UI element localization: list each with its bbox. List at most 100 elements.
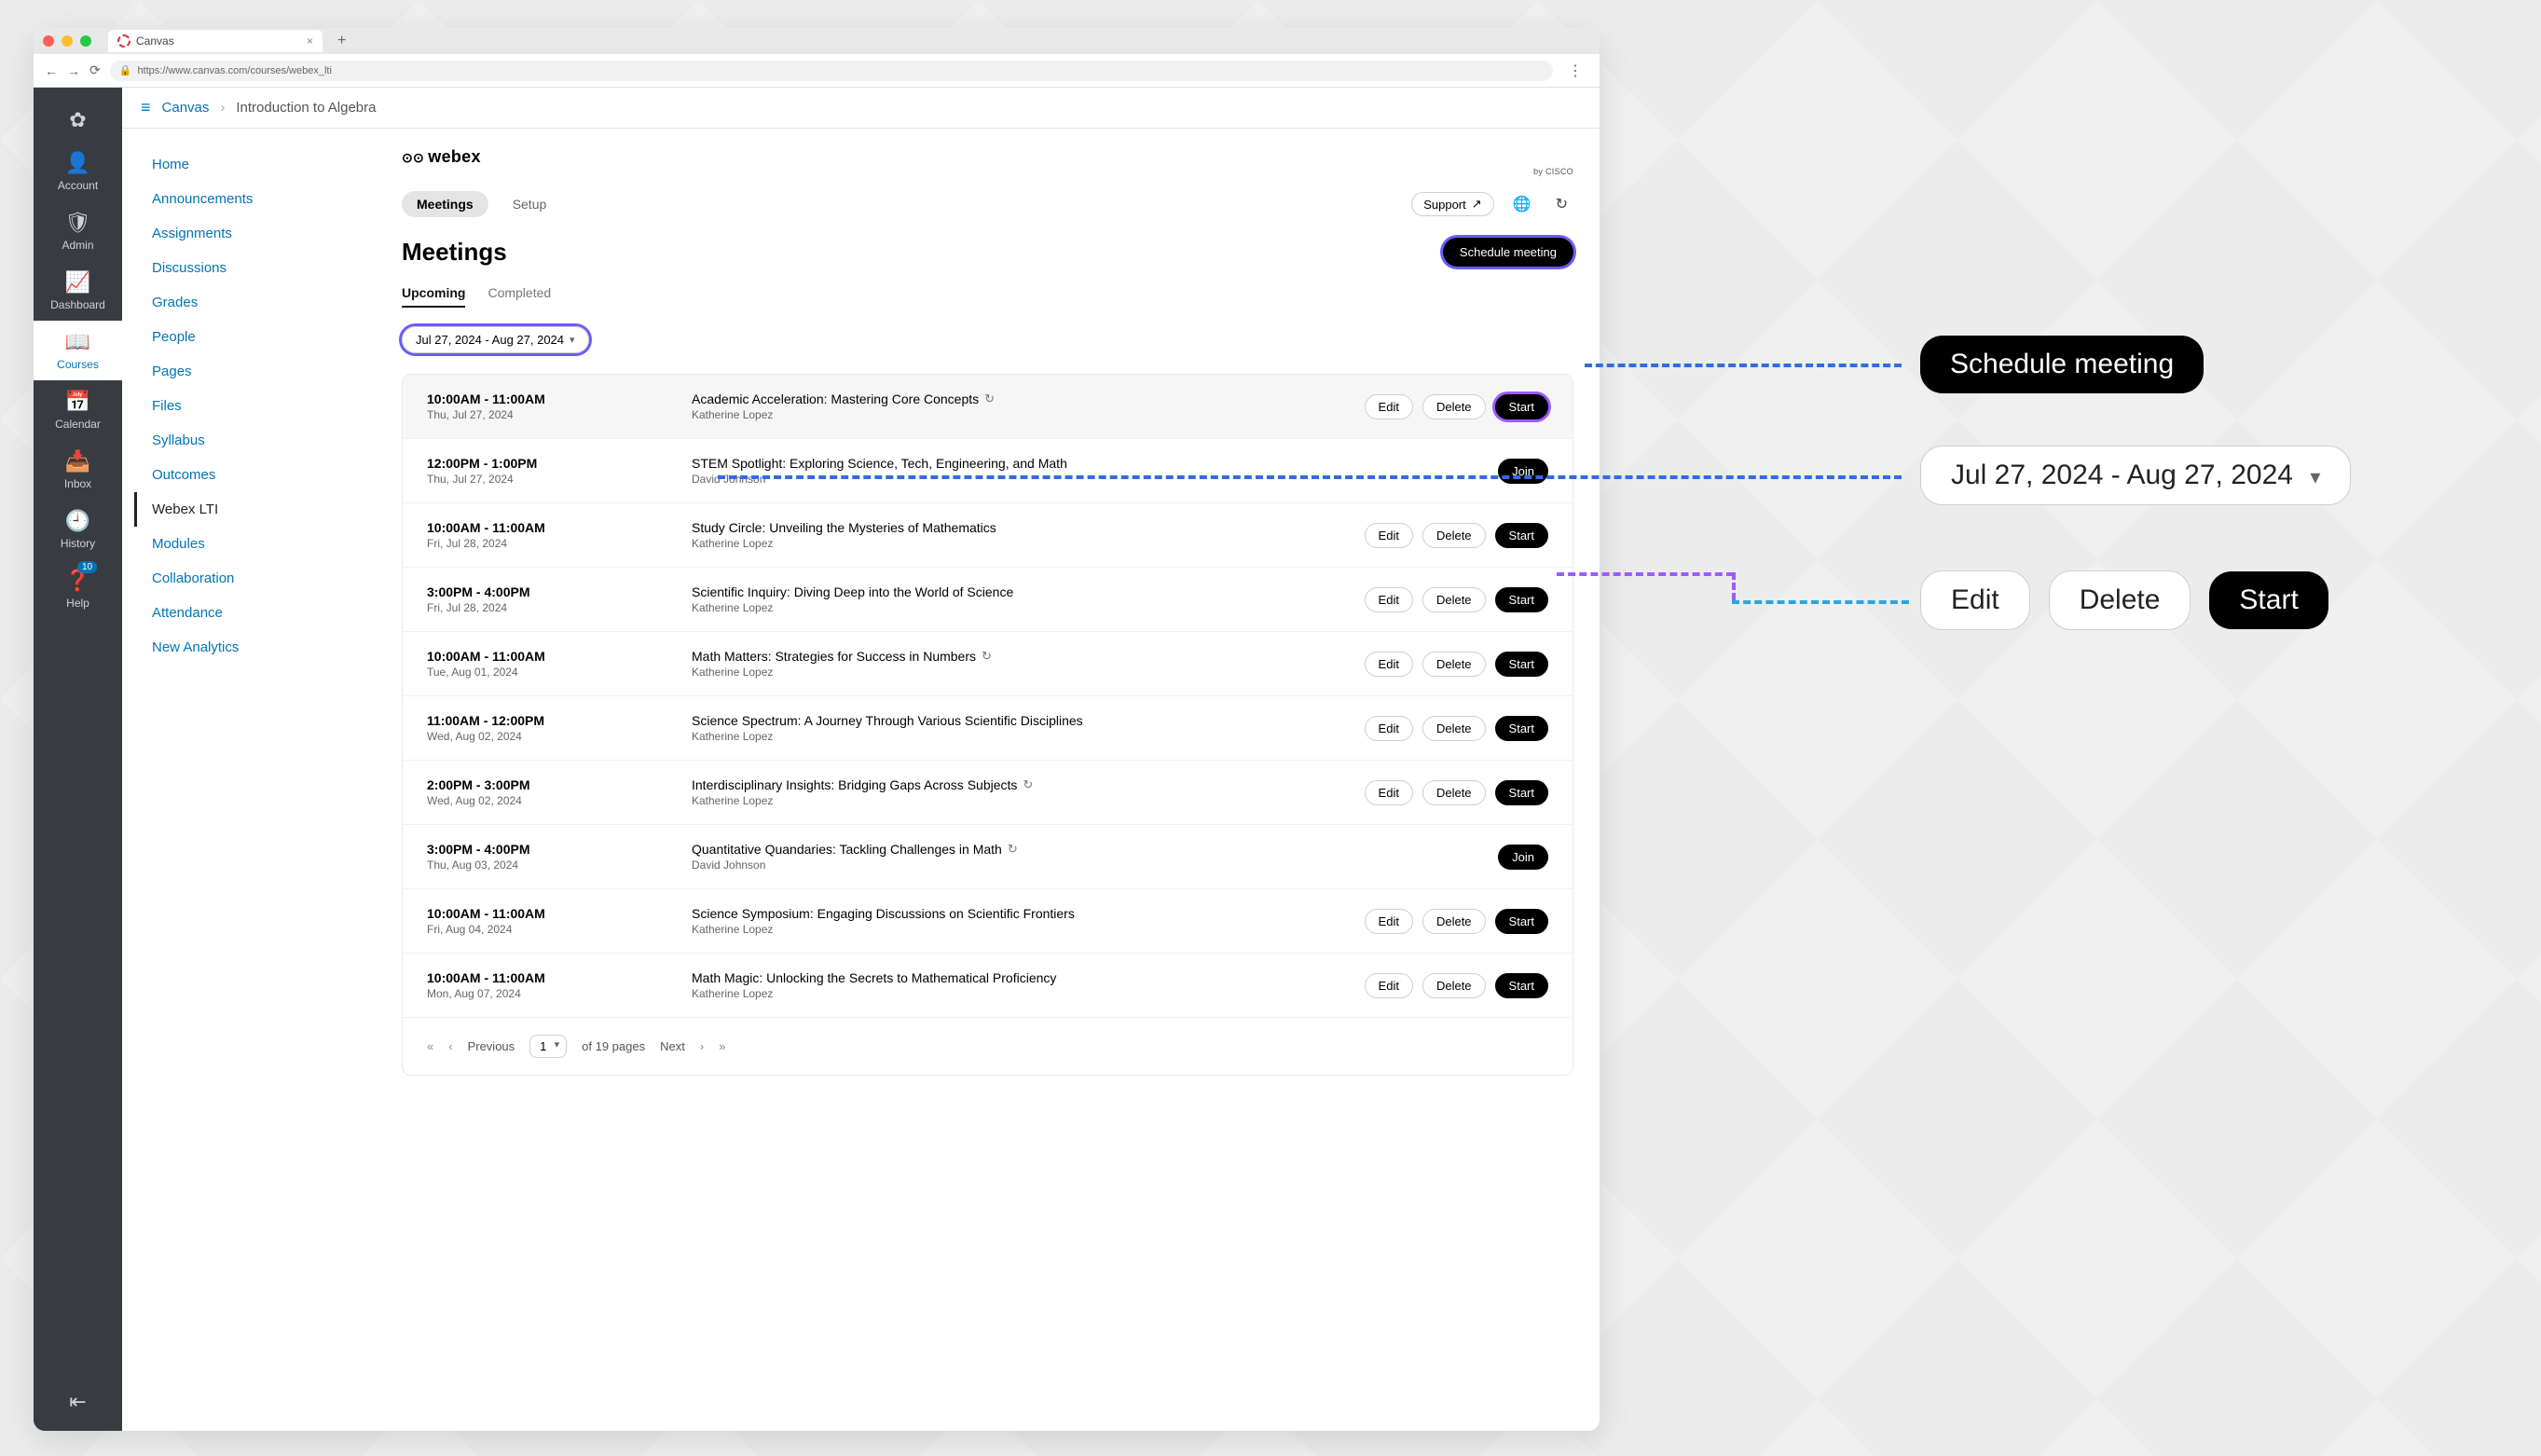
webex-panel: ⊙⊙ webex by CISCO Meetings Setup Support…: [402, 129, 1600, 1431]
rail-dashboard[interactable]: 📈 Dashboard: [34, 261, 122, 321]
rail-logo[interactable]: ✿: [34, 99, 122, 142]
close-tab-icon[interactable]: ×: [307, 34, 313, 48]
start-button[interactable]: Start: [1495, 652, 1548, 677]
rail-inbox[interactable]: 📥 Inbox: [34, 440, 122, 500]
coursenav-item[interactable]: Attendance: [144, 596, 379, 630]
coursenav-item[interactable]: Pages: [144, 354, 379, 389]
meeting-row: 10:00AM - 11:00AM Thu, Jul 27, 2024Acade…: [403, 375, 1573, 438]
edit-button[interactable]: Edit: [1365, 716, 1413, 741]
next-page-icon[interactable]: ›: [700, 1039, 704, 1053]
coursenav-item[interactable]: Files: [144, 389, 379, 423]
tab-setup[interactable]: Setup: [498, 191, 562, 217]
start-button[interactable]: Start: [1495, 909, 1548, 934]
schedule-meeting-button[interactable]: Schedule meeting: [1443, 238, 1573, 267]
browser-tab-canvas[interactable]: Canvas ×: [108, 30, 323, 52]
join-button[interactable]: Join: [1498, 459, 1548, 484]
coursenav-item[interactable]: Announcements: [144, 182, 379, 216]
coursenav-item[interactable]: Outcomes: [144, 458, 379, 492]
minimize-window-icon[interactable]: [62, 35, 73, 47]
collapse-rail-icon[interactable]: ⇤: [69, 1390, 86, 1414]
start-button[interactable]: Start: [1495, 716, 1548, 741]
start-button[interactable]: Start: [1495, 587, 1548, 612]
page-select[interactable]: 1: [529, 1035, 567, 1058]
start-button[interactable]: Start: [1495, 394, 1548, 419]
url-field[interactable]: 🔒 https://www.canvas.com/courses/webex_l…: [110, 61, 1553, 81]
page-title: Meetings: [402, 238, 507, 267]
delete-button[interactable]: Delete: [1422, 973, 1486, 998]
admin-icon: 🛡: [65, 211, 91, 235]
breadcrumb-root[interactable]: Canvas: [162, 100, 210, 116]
browser-more-icon[interactable]: ⋮: [1562, 62, 1588, 80]
delete-button[interactable]: Delete: [1422, 780, 1486, 805]
recurring-icon: ↻: [982, 649, 992, 664]
callout-connector: [1732, 572, 1736, 600]
rail-label: History: [61, 537, 95, 550]
join-button[interactable]: Join: [1498, 845, 1548, 870]
previous-label[interactable]: Previous: [468, 1039, 515, 1053]
first-page-icon[interactable]: «: [427, 1039, 433, 1053]
meeting-title: Math Matters: Strategies for Success in …: [692, 649, 1342, 664]
meeting-title: Study Circle: Unveiling the Mysteries of…: [692, 520, 1342, 535]
new-tab-button[interactable]: +: [330, 33, 353, 49]
date-range-picker[interactable]: Jul 27, 2024 - Aug 27, 2024 ▾: [402, 326, 589, 353]
rail-history[interactable]: 🕘 History: [34, 500, 122, 559]
coursenav-item[interactable]: Collaboration: [144, 561, 379, 596]
next-label[interactable]: Next: [660, 1039, 685, 1053]
delete-button[interactable]: Delete: [1422, 716, 1486, 741]
meeting-title: Interdisciplinary Insights: Bridging Gap…: [692, 777, 1342, 792]
edit-button[interactable]: Edit: [1365, 973, 1413, 998]
edit-button[interactable]: Edit: [1365, 780, 1413, 805]
edit-button[interactable]: Edit: [1365, 909, 1413, 934]
rail-account[interactable]: 👤 Account: [34, 142, 122, 201]
tab-upcoming[interactable]: Upcoming: [402, 285, 465, 308]
callout-connector: [1732, 600, 1909, 604]
back-button[interactable]: ←: [45, 63, 58, 78]
delete-button[interactable]: Delete: [1422, 652, 1486, 677]
start-button[interactable]: Start: [1495, 780, 1548, 805]
rail-label: Inbox: [64, 477, 91, 490]
edit-button[interactable]: Edit: [1365, 523, 1413, 548]
coursenav-item[interactable]: Assignments: [144, 216, 379, 251]
coursenav-item[interactable]: Syllabus: [144, 423, 379, 458]
edit-button[interactable]: Edit: [1365, 652, 1413, 677]
last-page-icon[interactable]: »: [719, 1039, 725, 1053]
coursenav-item[interactable]: Discussions: [144, 251, 379, 285]
tab-completed[interactable]: Completed: [488, 285, 551, 308]
coursenav-item[interactable]: Home: [144, 147, 379, 182]
callout-connector: [718, 475, 1902, 479]
history-icon: 🕘: [65, 509, 90, 533]
support-button[interactable]: Support ↗: [1411, 192, 1493, 216]
rail-calendar[interactable]: 📅 Calendar: [34, 380, 122, 440]
forward-button[interactable]: →: [67, 63, 80, 78]
delete-button[interactable]: Delete: [1422, 394, 1486, 419]
rail-label: Calendar: [55, 418, 101, 431]
reload-button[interactable]: ⟳: [89, 62, 101, 78]
edit-button[interactable]: Edit: [1365, 587, 1413, 612]
tab-meetings[interactable]: Meetings: [402, 191, 488, 217]
rail-admin[interactable]: 🛡 Admin: [34, 201, 122, 261]
rail-courses[interactable]: 📖 Courses: [34, 321, 122, 380]
edit-button[interactable]: Edit: [1365, 394, 1413, 419]
meeting-host: Katherine Lopez: [692, 987, 1342, 1000]
prev-page-icon[interactable]: ‹: [448, 1039, 452, 1053]
coursenav-item[interactable]: Grades: [144, 285, 379, 320]
globe-icon[interactable]: 🌐: [1507, 195, 1537, 213]
delete-button[interactable]: Delete: [1422, 587, 1486, 612]
delete-button[interactable]: Delete: [1422, 909, 1486, 934]
delete-button[interactable]: Delete: [1422, 523, 1486, 548]
coursenav-item[interactable]: Modules: [144, 527, 379, 561]
refresh-icon[interactable]: ↻: [1550, 195, 1573, 213]
start-button[interactable]: Start: [1495, 523, 1548, 548]
meeting-title: STEM Spotlight: Exploring Science, Tech,…: [692, 456, 1476, 471]
close-window-icon[interactable]: [43, 35, 54, 47]
start-button[interactable]: Start: [1495, 973, 1548, 998]
coursenav-item[interactable]: Webex LTI: [134, 492, 379, 527]
coursenav-item[interactable]: People: [144, 320, 379, 354]
rail-label: Account: [58, 179, 98, 192]
coursenav-item[interactable]: New Analytics: [144, 630, 379, 665]
calendar-icon: 📅: [65, 390, 90, 414]
meeting-actions: Edit Delete Start: [1365, 909, 1548, 934]
maximize-window-icon[interactable]: [80, 35, 91, 47]
hamburger-icon[interactable]: ≡: [141, 98, 151, 117]
rail-help[interactable]: ❓ 10 Help: [34, 559, 122, 619]
